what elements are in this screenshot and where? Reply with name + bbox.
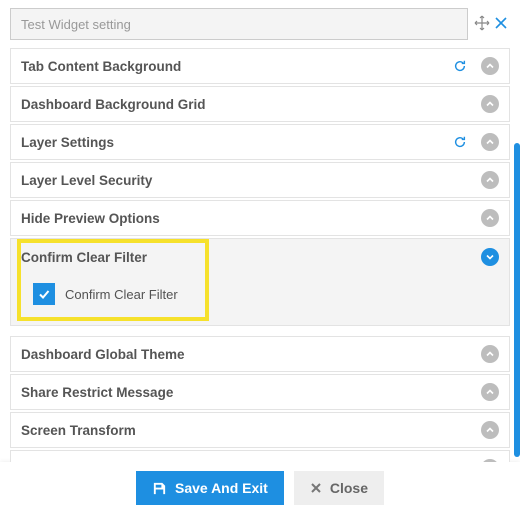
top-row — [10, 8, 510, 40]
section-screen-transform[interactable]: Screen Transform — [10, 412, 510, 448]
search-input[interactable] — [10, 8, 468, 40]
footer: Save And Exit Close — [0, 462, 520, 514]
window-controls — [474, 15, 510, 34]
section-body: Confirm Clear Filter — [11, 275, 509, 325]
section-title: Hide Preview Options — [21, 211, 160, 226]
chevron-up-icon[interactable] — [481, 57, 499, 75]
section-title: Confirm Clear Filter — [21, 250, 147, 265]
chevron-up-icon[interactable] — [481, 133, 499, 151]
confirm-clear-filter-checkbox[interactable] — [33, 283, 55, 305]
chevron-down-icon[interactable] — [481, 248, 499, 266]
chevron-up-icon[interactable] — [481, 209, 499, 227]
section-layer-settings[interactable]: Layer Settings — [10, 124, 510, 160]
section-dashboard-global-theme[interactable]: Dashboard Global Theme — [10, 336, 510, 372]
chevron-up-icon[interactable] — [481, 459, 499, 462]
refresh-icon[interactable] — [453, 135, 467, 149]
section-title: Tab Content Background — [21, 59, 181, 74]
save-and-exit-button[interactable]: Save And Exit — [136, 471, 284, 505]
section-tab-content-background[interactable]: Tab Content Background — [10, 48, 510, 84]
close-icon[interactable] — [494, 16, 508, 33]
section-layer-level-security[interactable]: Layer Level Security — [10, 162, 510, 198]
chevron-up-icon[interactable] — [481, 95, 499, 113]
section-title: Screen Transform — [21, 423, 136, 438]
accordion-list: Tab Content Background Dashboard Backgro… — [10, 48, 510, 462]
settings-panel: Tab Content Background Dashboard Backgro… — [0, 0, 520, 462]
chevron-up-icon[interactable] — [481, 171, 499, 189]
scrollbar[interactable] — [514, 143, 520, 457]
move-icon[interactable] — [474, 15, 490, 34]
section-header[interactable]: Confirm Clear Filter — [11, 239, 509, 275]
close-button[interactable]: Close — [294, 471, 384, 505]
chevron-up-icon[interactable] — [481, 383, 499, 401]
section-title: Internationalization — [21, 461, 145, 463]
checkbox-label: Confirm Clear Filter — [65, 287, 178, 302]
chevron-up-icon[interactable] — [481, 345, 499, 363]
section-title: Dashboard Background Grid — [21, 97, 206, 112]
save-button-label: Save And Exit — [175, 480, 268, 496]
section-title: Layer Settings — [21, 135, 114, 150]
section-dashboard-background-grid[interactable]: Dashboard Background Grid — [10, 86, 510, 122]
close-icon — [310, 482, 322, 494]
section-confirm-clear-filter: Confirm Clear Filter Confirm Clear Filte… — [10, 238, 510, 326]
chevron-up-icon[interactable] — [481, 421, 499, 439]
section-hide-preview-options[interactable]: Hide Preview Options — [10, 200, 510, 236]
section-internationalization[interactable]: Internationalization — [10, 450, 510, 462]
section-title: Dashboard Global Theme — [21, 347, 185, 362]
section-title: Share Restrict Message — [21, 385, 173, 400]
section-title: Layer Level Security — [21, 173, 152, 188]
close-button-label: Close — [330, 480, 368, 496]
section-share-restrict-message[interactable]: Share Restrict Message — [10, 374, 510, 410]
save-icon — [152, 481, 167, 496]
refresh-icon[interactable] — [453, 59, 467, 73]
